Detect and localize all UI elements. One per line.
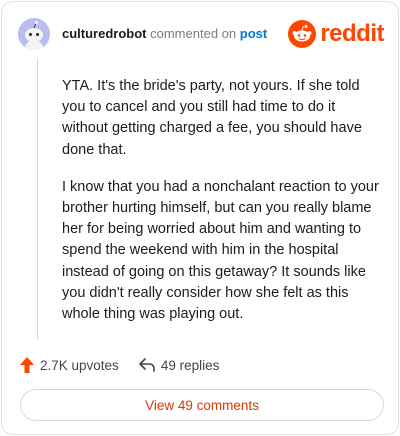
avatar[interactable] [18,18,50,50]
comment-paragraph: YTA. It's the bride's party, not yours. … [62,78,362,158]
upvotes-count: 2.7K upvotes [40,357,119,373]
comment-actions: 2.7K upvotes 49 replies [20,355,219,375]
comment-body: YTA. It's the bride's party, not yours. … [62,76,384,341]
snoo-avatar-icon [18,18,50,50]
comment-card: culturedrobot commented on post reddit Y… [1,1,399,435]
reddit-snoo-icon [288,20,317,48]
username-link[interactable]: culturedrobot [62,26,147,41]
comment-meta: culturedrobot commented on post [62,26,267,42]
replies-button[interactable]: 49 replies [139,357,220,373]
thread-line [37,58,38,340]
upvote-arrow-icon [20,357,34,373]
upvote-button[interactable]: 2.7K upvotes [20,357,119,373]
view-comments-button[interactable]: View 49 comments [20,389,384,421]
commented-on-text: commented on [150,26,237,41]
reply-arrow-icon [139,358,155,372]
reddit-wordmark: reddit [320,20,384,47]
comment-header: culturedrobot commented on post reddit [18,18,384,50]
post-link[interactable]: post [240,26,267,41]
reddit-logo[interactable]: reddit [288,20,384,48]
replies-count: 49 replies [160,357,220,373]
comment-paragraph: I know that you had a nonchalant reactio… [62,178,379,323]
